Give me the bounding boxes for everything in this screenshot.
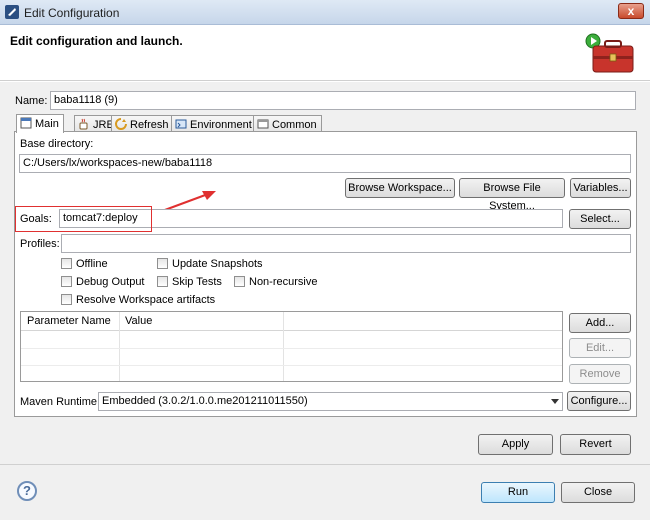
edit-parameter-button[interactable]: Edit... bbox=[569, 338, 631, 358]
maven-runtime-label: Maven Runtime: bbox=[20, 396, 101, 408]
row-divider bbox=[21, 365, 562, 366]
help-icon[interactable]: ? bbox=[17, 481, 37, 501]
skip-tests-checkbox[interactable]: Skip Tests bbox=[157, 276, 222, 290]
row-divider bbox=[21, 348, 562, 349]
update-snapshots-label: Update Snapshots bbox=[172, 258, 263, 270]
revert-button[interactable]: Revert bbox=[560, 434, 631, 455]
parameter-name-column-header[interactable]: Parameter Name bbox=[27, 315, 111, 327]
non-recursive-label: Non-recursive bbox=[249, 276, 318, 288]
parameters-table[interactable]: Parameter Name Value bbox=[20, 311, 563, 382]
tab-main-label: Main bbox=[35, 118, 59, 130]
browse-workspace-button[interactable]: Browse Workspace... bbox=[345, 178, 455, 198]
profiles-input[interactable] bbox=[61, 234, 631, 253]
configuration-name-input[interactable]: baba1118 (9) bbox=[50, 91, 636, 110]
remove-parameter-button[interactable]: Remove bbox=[569, 364, 631, 384]
maven-runtime-select[interactable]: Embedded (3.0.2/1.0.0.me201211011550) bbox=[98, 392, 563, 411]
main-tab-icon bbox=[20, 117, 32, 129]
value-column-header[interactable]: Value bbox=[125, 315, 152, 327]
table-header: Parameter Name Value bbox=[21, 312, 562, 331]
tab-common-label: Common bbox=[272, 119, 317, 131]
toolbox-run-icon bbox=[585, 33, 634, 73]
add-parameter-button[interactable]: Add... bbox=[569, 313, 631, 333]
checkbox-box bbox=[234, 276, 245, 287]
window-title: Edit Configuration bbox=[24, 6, 120, 20]
non-recursive-checkbox[interactable]: Non-recursive bbox=[234, 276, 317, 290]
chevron-down-icon bbox=[551, 399, 559, 404]
jre-icon bbox=[79, 118, 88, 130]
variables-button[interactable]: Variables... bbox=[570, 178, 631, 198]
base-directory-input[interactable]: C:/Users/lx/workspaces-new/baba1118 bbox=[19, 154, 631, 173]
column-divider bbox=[119, 312, 120, 381]
maven-runtime-value: Embedded (3.0.2/1.0.0.me201211011550) bbox=[102, 395, 308, 407]
browse-file-system-button[interactable]: Browse File System... bbox=[459, 178, 565, 212]
tab-refresh-label: Refresh bbox=[130, 119, 169, 131]
footer-separator bbox=[0, 464, 650, 465]
base-directory-label: Base directory: bbox=[20, 138, 94, 150]
select-goals-button[interactable]: Select... bbox=[569, 209, 631, 229]
update-snapshots-checkbox[interactable]: Update Snapshots bbox=[157, 258, 263, 272]
checkbox-box bbox=[61, 258, 72, 269]
checkbox-box bbox=[61, 276, 72, 287]
column-divider bbox=[283, 312, 284, 381]
checkbox-box bbox=[157, 276, 168, 287]
close-window-button[interactable]: x bbox=[618, 3, 644, 19]
environment-icon bbox=[175, 119, 187, 129]
common-icon bbox=[257, 119, 269, 129]
run-button[interactable]: Run bbox=[481, 482, 555, 503]
close-button[interactable]: Close bbox=[561, 482, 635, 503]
apply-button[interactable]: Apply bbox=[478, 434, 553, 455]
resolve-workspace-label: Resolve Workspace artifacts bbox=[76, 294, 216, 306]
skip-tests-label: Skip Tests bbox=[172, 276, 222, 288]
name-label: Name: bbox=[15, 95, 48, 107]
debug-output-label: Debug Output bbox=[76, 276, 145, 288]
refresh-icon bbox=[115, 118, 127, 130]
tab-main[interactable]: Main bbox=[16, 114, 64, 133]
offline-label: Offline bbox=[76, 258, 108, 270]
eclipse-app-icon bbox=[5, 5, 19, 19]
checkbox-box bbox=[61, 294, 72, 305]
resolve-workspace-checkbox[interactable]: Resolve Workspace artifacts bbox=[61, 294, 215, 308]
profiles-label: Profiles: bbox=[20, 238, 60, 250]
debug-output-checkbox[interactable]: Debug Output bbox=[61, 276, 145, 290]
tab-environment-label: Environment bbox=[190, 119, 252, 131]
offline-checkbox[interactable]: Offline bbox=[61, 258, 108, 272]
checkbox-box bbox=[157, 258, 168, 269]
title-bar: Edit Configuration x bbox=[0, 0, 650, 25]
goals-highlight-box bbox=[15, 206, 152, 232]
dialog-heading: Edit configuration and launch. bbox=[10, 34, 183, 48]
dialog-header: Edit configuration and launch. bbox=[0, 25, 650, 81]
configure-runtime-button[interactable]: Configure... bbox=[567, 391, 631, 411]
